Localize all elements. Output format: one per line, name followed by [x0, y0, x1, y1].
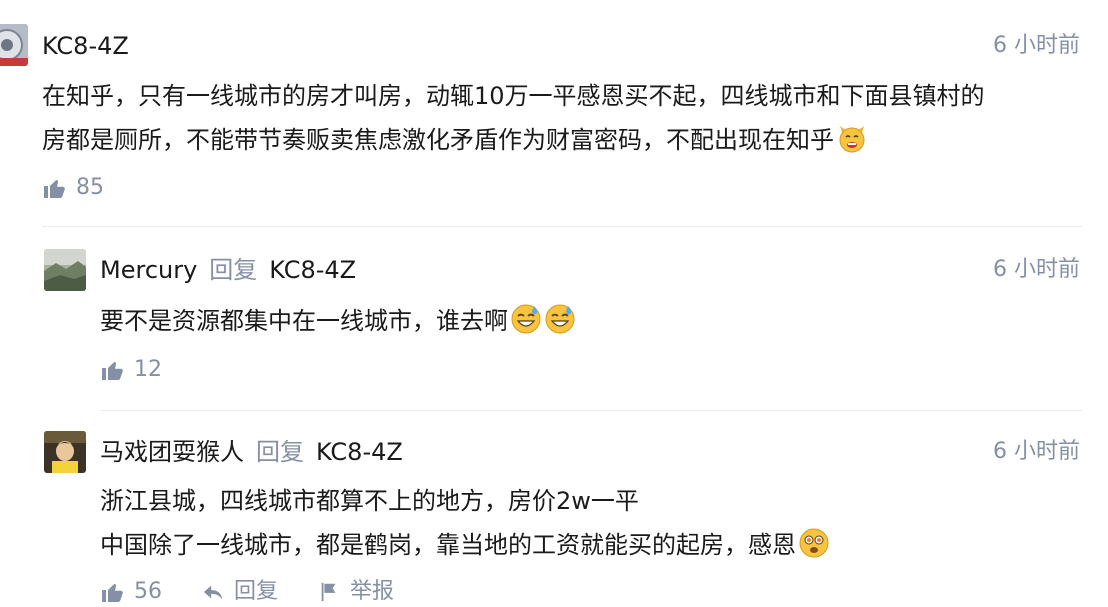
thumbs-up-icon[interactable] [100, 358, 124, 382]
reply-action[interactable]: 回复 [202, 577, 278, 607]
comment-line: 要不是资源都集中在一线城市，谁去啊 [100, 307, 508, 335]
author-line: Mercury 回复 KC8-4Z [100, 255, 356, 285]
like-count[interactable]: 56 [134, 577, 162, 607]
comment-line-with-emoji: 中国除了一线城市，都是鹤岗，靠当地的工资就能买的起房，感恩 [100, 523, 830, 567]
report-button[interactable]: 举报 [350, 577, 394, 607]
reply-button[interactable]: 回复 [234, 577, 278, 607]
author-line: KC8-4Z [42, 31, 129, 61]
comment-line-with-emoji: 房都是厕所，不能带节奏贩卖焦虑激化矛盾作为财富密码，不配出现在知乎 [42, 118, 985, 162]
comment-line: 在知乎，只有一线城市的房才叫房，动辄10万一平感恩买不起，四线城市和下面县镇村的 [42, 82, 985, 110]
comment-text: 要不是资源都集中在一线城市，谁去啊 [100, 299, 576, 343]
comment-line: 中国除了一线城市，都是鹤岗，靠当地的工资就能买的起房，感恩 [100, 531, 796, 559]
comment-line: 房都是厕所，不能带节奏贩卖焦虑激化矛盾作为财富密码，不配出现在知乎 [42, 126, 834, 154]
timestamp: 6 小时前 [993, 33, 1080, 58]
grinning-cat-emoji-icon [839, 126, 865, 153]
reply-to-name[interactable]: KC8-4Z [269, 256, 356, 284]
reply-label: 回复 [256, 438, 304, 466]
avatar[interactable] [44, 431, 86, 473]
avatar[interactable] [44, 249, 86, 291]
sweat-smile-emoji-icon [511, 304, 541, 334]
comment-line-with-emoji: 要不是资源都集中在一线城市，谁去啊 [100, 299, 576, 343]
thumbs-up-icon[interactable] [100, 580, 124, 604]
comment-text: 浙江县城，四线城市都算不上的地方，房价2w一平 中国除了一线城市，都是鹤岗，靠当… [100, 479, 830, 567]
comment-text: 在知乎，只有一线城市的房才叫房，动辄10万一平感恩买不起，四线城市和下面县镇村的… [42, 74, 985, 162]
comment-3: 马戏团耍猴人 回复 KC8-4Z 6 小时前 浙江县城，四线城市都算不上的地方，房价… [0, 411, 1108, 604]
reply-arrow-icon[interactable] [202, 581, 224, 603]
like-count[interactable]: 12 [134, 355, 162, 385]
thumbs-up-icon[interactable] [42, 176, 66, 200]
timestamp: 6 小时前 [993, 257, 1080, 282]
drooling-face-emoji-icon [799, 528, 829, 558]
flag-icon[interactable] [318, 581, 340, 603]
comment-actions: 85 [42, 173, 104, 203]
timestamp: 6 小时前 [993, 439, 1080, 464]
author-line: 马戏团耍猴人 回复 KC8-4Z [100, 437, 403, 467]
comment-actions: 12 [100, 355, 162, 385]
author-name[interactable]: KC8-4Z [42, 32, 129, 60]
comment-actions: 56 回复 举报 [100, 577, 434, 607]
comment-2: Mercury 回复 KC8-4Z 6 小时前 要不是资源都集中在一线城市，谁去啊 … [0, 227, 1108, 410]
avatar[interactable] [0, 24, 28, 66]
reply-to-name[interactable]: KC8-4Z [316, 438, 403, 466]
author-name[interactable]: 马戏团耍猴人 [100, 438, 244, 466]
reply-label: 回复 [209, 256, 258, 284]
comment-1: KC8-4Z 6 小时前 在知乎，只有一线城市的房才叫房，动辄10万一平感恩买不… [0, 0, 1108, 225]
sweat-smile-emoji-icon [545, 304, 575, 334]
report-action[interactable]: 举报 [318, 577, 394, 607]
author-name[interactable]: Mercury [100, 256, 197, 284]
comment-line: 浙江县城，四线城市都算不上的地方，房价2w一平 [100, 487, 639, 515]
like-action[interactable]: 56 [100, 577, 162, 607]
like-count[interactable]: 85 [76, 173, 104, 203]
